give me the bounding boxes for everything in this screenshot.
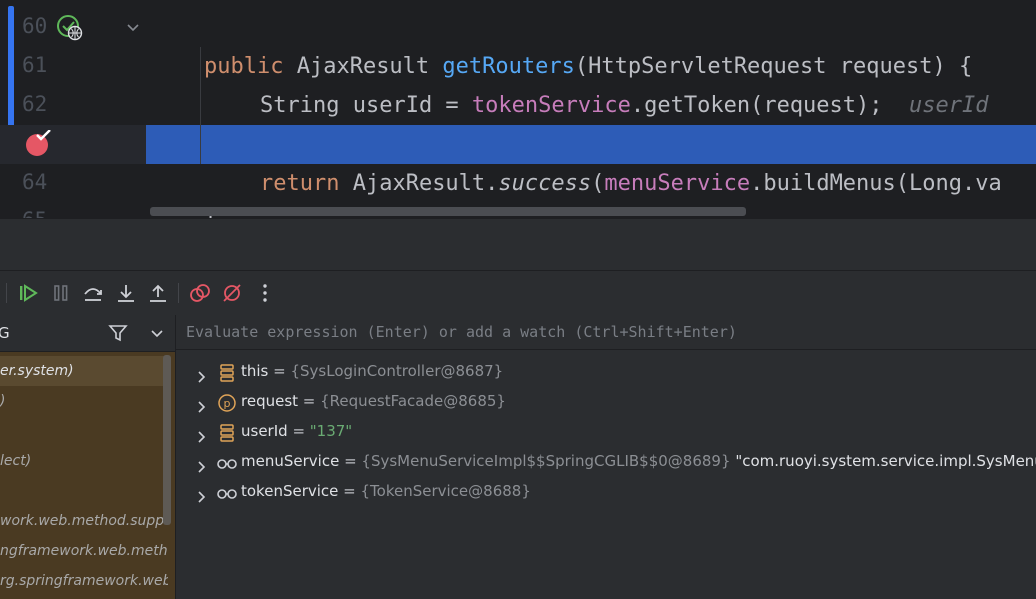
- variable-value: {SysMenuServiceImpl$$SpringCGLIB$$0@8689…: [361, 452, 731, 470]
- variable-row-request[interactable]: p request = {RequestFacade@8685}: [176, 386, 1036, 416]
- frame-item[interactable]: rg.springframework.web.s: [0, 566, 168, 596]
- parameter-icon: p: [217, 392, 237, 412]
- frame-item[interactable]: work.web.method.support: [0, 506, 168, 536]
- step-over-icon[interactable]: [82, 282, 104, 304]
- line-number: 65: [22, 208, 52, 218]
- variable-name: userId: [241, 422, 288, 440]
- chevron-right-icon[interactable]: [194, 364, 208, 383]
- watch-glasses-icon: [217, 482, 237, 500]
- variable-name: request: [241, 392, 299, 410]
- variable-name: tokenService: [241, 482, 339, 500]
- line-number: 61: [22, 53, 48, 77]
- frames-header: G: [0, 315, 175, 352]
- filter-icon[interactable]: [108, 323, 128, 343]
- current-execution-line: return AjaxResult.success(menuService.bu…: [146, 125, 1036, 196]
- resume-program-icon[interactable]: [17, 282, 39, 304]
- chevron-right-icon[interactable]: [194, 454, 208, 473]
- line-number: 62: [22, 92, 48, 116]
- variable-value: {RequestFacade@8685}: [320, 392, 506, 410]
- field-stack-icon: [217, 422, 237, 442]
- more-options-icon[interactable]: [254, 282, 276, 304]
- step-out-icon[interactable]: [147, 282, 169, 304]
- frame-item[interactable]: [0, 476, 168, 506]
- line-number: 64: [22, 170, 48, 194]
- implementing-method-globe-icon[interactable]: [56, 14, 84, 42]
- frame-item[interactable]: ngframework.web.method: [0, 536, 168, 566]
- chevron-down-icon[interactable]: [149, 325, 165, 341]
- fold-chevron-icon[interactable]: [124, 18, 142, 36]
- view-breakpoints-icon[interactable]: [189, 282, 211, 304]
- code-editor[interactable]: 60 public AjaxResult getRouters(HttpServ…: [0, 0, 1036, 218]
- variable-value: {SysLoginController@8687}: [290, 362, 504, 380]
- step-into-icon[interactable]: [115, 282, 137, 304]
- debug-toolbar: [0, 270, 1036, 316]
- execution-gutter-row: [0, 125, 146, 164]
- horizontal-scrollbar[interactable]: [150, 207, 746, 216]
- variable-row-userId[interactable]: userId = "137": [176, 416, 1036, 446]
- variable-name: menuService: [241, 452, 340, 470]
- frames-list[interactable]: er.system) ) lect) work.web.method.suppo…: [0, 352, 175, 599]
- frames-pane: G er.system) ) lect) work.web.method.sup…: [0, 315, 176, 599]
- indent-guide: [200, 47, 201, 164]
- variable-tostring: "com.ruoyi.system.service.impl.SysMenuSe…: [735, 452, 1036, 470]
- debug-panel-header-area: [0, 218, 1036, 271]
- frame-item[interactable]: ): [0, 386, 168, 416]
- line-number: 60: [22, 14, 48, 38]
- frame-item[interactable]: er.system): [0, 356, 168, 386]
- evaluate-placeholder: Evaluate expression (Enter) or add a wat…: [186, 323, 737, 341]
- variable-row-menuService[interactable]: menuService = {SysMenuServiceImpl$$Sprin…: [176, 446, 1036, 476]
- variable-row-tokenService[interactable]: tokenService = {TokenService@8688}: [176, 476, 1036, 506]
- chevron-right-icon[interactable]: [194, 424, 208, 443]
- code-line-60: public AjaxResult getRouters(HttpServlet…: [146, 8, 1036, 79]
- mute-breakpoints-icon[interactable]: [221, 282, 243, 304]
- chevron-right-icon[interactable]: [194, 394, 208, 413]
- code-line-61: String userId = tokenService.getToken(re…: [146, 47, 1036, 118]
- thread-selector-label[interactable]: G: [0, 315, 10, 351]
- variable-value: "137": [309, 422, 353, 440]
- pause-program-icon[interactable]: [50, 282, 72, 304]
- toolbar-separator: [6, 283, 7, 303]
- frame-item[interactable]: lect): [0, 446, 168, 476]
- variable-row-this[interactable]: this = {SysLoginController@8687}: [176, 356, 1036, 386]
- frames-scrollbar[interactable]: [163, 355, 171, 525]
- evaluate-expression-field[interactable]: Evaluate expression (Enter) or add a wat…: [176, 315, 1036, 350]
- variable-value: {TokenService@8688}: [360, 482, 531, 500]
- frame-item[interactable]: [0, 416, 168, 446]
- watch-glasses-icon: [217, 452, 237, 470]
- breakpoint-icon[interactable]: [24, 129, 52, 158]
- field-stack-icon: [217, 362, 237, 382]
- toolbar-separator: [178, 283, 179, 303]
- chevron-right-icon[interactable]: [194, 484, 208, 503]
- svg-text:p: p: [224, 397, 231, 410]
- variables-pane: Evaluate expression (Enter) or add a wat…: [176, 315, 1036, 599]
- variable-name: this: [241, 362, 269, 380]
